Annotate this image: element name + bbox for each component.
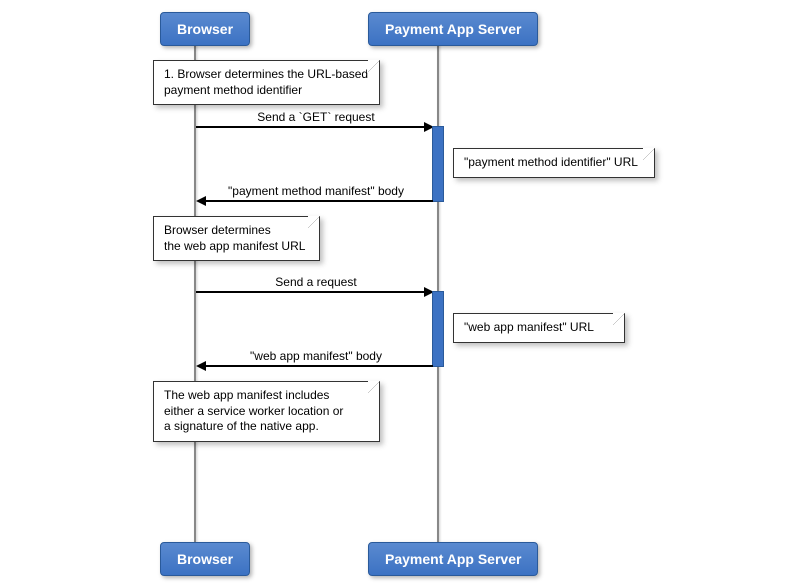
note-wam-includes: The web app manifest includes either a s…	[153, 381, 380, 442]
note-step1: 1. Browser determines the URL-based paym…	[153, 60, 380, 105]
note-pmi-url: "payment method identifier" URL	[453, 148, 655, 178]
msg-get-request-arrow	[196, 126, 428, 128]
msg-wam-body-label: "web app manifest" body	[200, 349, 432, 363]
msg-send-request-arrow	[196, 291, 428, 293]
participant-server-bottom: Payment App Server	[368, 542, 538, 576]
activation-server-1	[432, 126, 444, 202]
participant-browser-bottom: Browser	[160, 542, 250, 576]
msg-pmm-body-arrow	[206, 200, 433, 202]
note-wam-url-determine: Browser determines the web app manifest …	[153, 216, 320, 261]
msg-send-request-label: Send a request	[200, 275, 432, 289]
msg-pmm-body-label: "payment method manifest" body	[200, 184, 432, 198]
activation-server-2	[432, 291, 444, 367]
participant-server-top: Payment App Server	[368, 12, 538, 46]
participant-browser-top: Browser	[160, 12, 250, 46]
msg-wam-body-arrow	[206, 365, 433, 367]
msg-get-request-label: Send a `GET` request	[200, 110, 432, 124]
note-wam-url: "web app manifest" URL	[453, 313, 625, 343]
arrow-head-icon	[196, 361, 206, 371]
arrow-head-icon	[196, 196, 206, 206]
lifeline-browser	[194, 44, 196, 542]
